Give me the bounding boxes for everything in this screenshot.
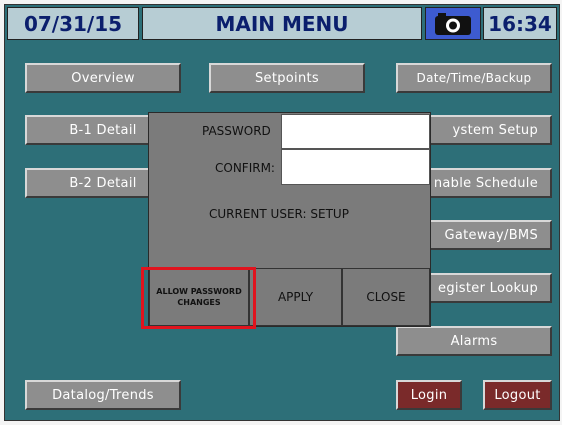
overview-button[interactable]: Overview — [25, 63, 181, 93]
b1-detail-label: B-1 Detail — [69, 122, 137, 138]
close-button[interactable]: CLOSE — [342, 268, 430, 326]
date-display: 07/31/15 — [7, 7, 139, 40]
time-display: 16:34 — [483, 7, 557, 40]
date-text: 07/31/15 — [23, 11, 123, 36]
datalog-trends-button[interactable]: Datalog/Trends — [25, 380, 181, 410]
logout-label: Logout — [494, 387, 541, 403]
setpoints-label: Setpoints — [255, 70, 319, 86]
login-label: Login — [410, 387, 448, 403]
schedule-label: nable Schedule — [433, 175, 538, 191]
password-field[interactable] — [281, 114, 430, 149]
login-button[interactable]: Login — [396, 380, 462, 410]
time-text: 16:34 — [488, 11, 552, 36]
page-title: MAIN MENU — [142, 7, 422, 40]
camera-icon — [435, 12, 471, 35]
system-setup-label: ystem Setup — [452, 122, 538, 138]
b2-detail-label: B-2 Detail — [69, 175, 137, 191]
date-time-backup-label: Date/Time/Backup — [416, 71, 532, 85]
title-text: MAIN MENU — [215, 11, 349, 36]
logout-button[interactable]: Logout — [483, 380, 552, 410]
gateway-bms-label: Gateway/BMS — [444, 227, 538, 243]
close-label: CLOSE — [366, 290, 406, 304]
overview-label: Overview — [71, 70, 135, 86]
password-label: PASSWORD — [202, 124, 271, 138]
highlight-box — [141, 267, 256, 329]
datalog-trends-label: Datalog/Trends — [52, 387, 154, 403]
date-time-backup-button[interactable]: Date/Time/Backup — [396, 63, 552, 93]
confirm-label: CONFIRM: — [215, 161, 275, 175]
current-user-label: CURRENT USER: — [209, 207, 307, 221]
confirm-field[interactable] — [281, 149, 430, 185]
setpoints-button[interactable]: Setpoints — [209, 63, 365, 93]
alarms-button[interactable]: Alarms — [396, 326, 552, 356]
apply-button[interactable]: APPLY — [249, 268, 342, 326]
alarms-label: Alarms — [450, 333, 498, 349]
apply-label: APPLY — [277, 290, 314, 304]
current-user-value: SETUP — [310, 207, 349, 221]
camera-button[interactable] — [425, 7, 481, 40]
current-user-line: CURRENT USER: SETUP — [209, 207, 349, 221]
register-lookup-label: egister Lookup — [438, 280, 538, 296]
hmi-screen: 07/31/15 MAIN MENU 16:34 Overview B-1 De… — [4, 4, 560, 421]
